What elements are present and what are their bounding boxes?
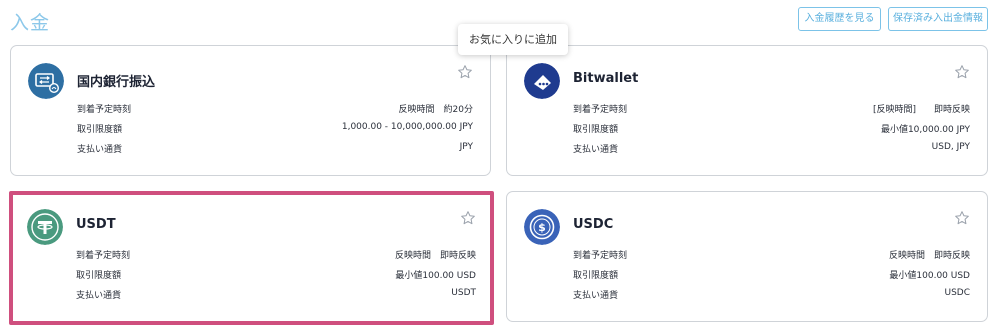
detail-value: USDT	[451, 288, 476, 298]
detail-value: 反映時間 即時反映	[394, 251, 476, 261]
detail-label: 到着予定時刻	[77, 105, 132, 115]
detail-value: 反映時間 約20分	[398, 105, 473, 115]
detail-row-limit: 取引限度額 最小値100.00 USD	[76, 268, 476, 282]
detail-row-currency: 支払い通貨 USDC	[573, 288, 970, 302]
detail-row-currency: 支払い通貨 USD, JPY	[573, 142, 970, 156]
method-name: USDC	[573, 217, 614, 232]
detail-value: USD, JPY	[931, 142, 970, 152]
detail-value: 反映時間 即時反映	[888, 251, 970, 261]
method-name: 国内銀行振込	[77, 75, 156, 90]
detail-row-limit: 取引限度額 最小値100.00 USD	[573, 268, 970, 282]
method-name: Bitwallet	[573, 71, 639, 86]
star-outline-icon[interactable]	[457, 64, 473, 80]
detail-label: 支払い通貨	[573, 145, 619, 155]
detail-value: [反映時間] 即時反映	[872, 105, 970, 115]
svg-text:$: $	[538, 221, 546, 234]
payment-method-card-usdt[interactable]: USDT 到着予定時刻 反映時間 即時反映 取引限度額 最小値100.00 US…	[9, 191, 494, 325]
detail-label: 取引限度額	[76, 271, 122, 281]
payment-method-card-domestic-bank[interactable]: 国内銀行振込 到着予定時刻 反映時間 約20分 取引限度額 1,000.00 -…	[10, 45, 491, 176]
detail-value: 最小値10,000.00 JPY	[880, 125, 970, 135]
detail-value: 最小値100.00 USD	[395, 271, 476, 281]
bank-transfer-icon	[28, 63, 64, 99]
detail-row-limit: 取引限度額 最小値10,000.00 JPY	[573, 122, 970, 136]
tether-logo-icon	[27, 209, 63, 245]
detail-label: 到着予定時刻	[573, 105, 628, 115]
method-name: USDT	[76, 217, 116, 232]
detail-label: 取引限度額	[573, 125, 619, 135]
detail-label: 到着予定時刻	[76, 251, 131, 261]
detail-row-arrival-time: 到着予定時刻 [反映時間] 即時反映	[573, 102, 970, 116]
star-outline-icon[interactable]	[954, 210, 970, 226]
detail-row-limit: 取引限度額 1,000.00 - 10,000,000.00 JPY	[77, 122, 473, 136]
page-title: 入金	[10, 12, 51, 34]
detail-label: 取引限度額	[573, 271, 619, 281]
add-to-favorites-tooltip: お気に入りに追加	[458, 24, 568, 55]
detail-value: 最小値100.00 USD	[889, 271, 970, 281]
detail-row-currency: 支払い通貨 JPY	[77, 142, 473, 156]
detail-row-arrival-time: 到着予定時刻 反映時間 即時反映	[76, 248, 476, 262]
detail-label: 到着予定時刻	[573, 251, 628, 261]
detail-label: 支払い通貨	[573, 291, 619, 301]
deposit-history-button[interactable]: 入金履歴を見る	[798, 7, 881, 31]
detail-row-currency: 支払い通貨 USDT	[76, 288, 476, 302]
detail-label: 支払い通貨	[76, 291, 122, 301]
star-outline-icon[interactable]	[954, 64, 970, 80]
detail-value: 1,000.00 - 10,000,000.00 JPY	[341, 122, 473, 132]
detail-label: 取引限度額	[77, 125, 123, 135]
detail-value: JPY	[459, 142, 473, 152]
saved-payment-info-button[interactable]: 保存済み入出金情報	[888, 7, 988, 31]
star-outline-icon[interactable]	[460, 210, 476, 226]
bitwallet-logo-icon	[524, 63, 560, 99]
detail-row-arrival-time: 到着予定時刻 反映時間 約20分	[77, 102, 473, 116]
detail-label: 支払い通貨	[77, 145, 123, 155]
payment-method-card-bitwallet[interactable]: Bitwallet 到着予定時刻 [反映時間] 即時反映 取引限度額 最小値10…	[506, 45, 988, 176]
detail-value: USDC	[944, 288, 970, 298]
payment-method-card-usdc[interactable]: $ USDC 到着予定時刻 反映時間 即時反映 取引限度額 最小値100.00 …	[506, 191, 988, 322]
detail-row-arrival-time: 到着予定時刻 反映時間 即時反映	[573, 248, 970, 262]
usdc-logo-icon: $	[524, 209, 560, 245]
